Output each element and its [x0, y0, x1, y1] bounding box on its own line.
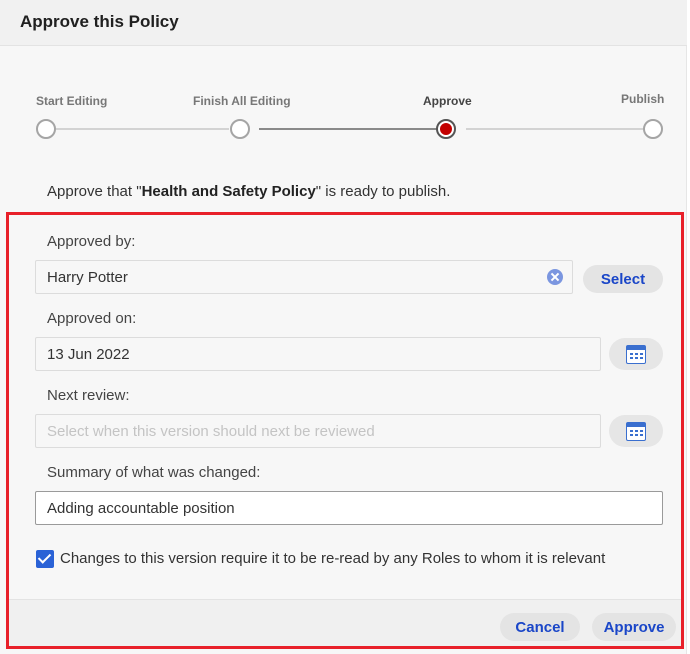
- calendar-icon: [626, 422, 646, 441]
- step-connector-1: [56, 128, 229, 130]
- approved-on-value: 13 Jun 2022: [47, 346, 130, 363]
- approved-by-label: Approved by:: [47, 233, 136, 250]
- next-review-field[interactable]: Select when this version should next be …: [35, 414, 601, 448]
- approve-policy-dialog: Approve this Policy Start Editing Finish…: [0, 0, 687, 654]
- step-connector-3: [466, 128, 643, 130]
- dialog-header: Approve this Policy: [0, 0, 687, 46]
- step-circle-start-editing: [36, 119, 56, 139]
- summary-label: Summary of what was changed:: [47, 464, 261, 481]
- approved-on-calendar-button[interactable]: [609, 338, 663, 370]
- intro-suffix: " is ready to publish.: [315, 183, 451, 200]
- approved-by-field[interactable]: Harry Potter: [35, 260, 573, 294]
- reread-checkbox-label: Changes to this version require it to be…: [60, 550, 606, 567]
- approved-by-value: Harry Potter: [47, 269, 128, 286]
- policy-name: Health and Safety Policy: [141, 183, 316, 200]
- select-approver-button[interactable]: Select: [583, 265, 663, 293]
- step-label-publish: Publish: [621, 92, 665, 106]
- step-circle-publish: [643, 119, 663, 139]
- step-label-finish-all-editing: Finish All Editing: [193, 94, 291, 108]
- step-label-approve: Approve: [423, 94, 472, 108]
- step-label-start-editing: Start Editing: [36, 94, 108, 108]
- next-review-placeholder: Select when this version should next be …: [47, 423, 375, 440]
- dialog-footer: [9, 599, 681, 646]
- approved-on-field[interactable]: 13 Jun 2022: [35, 337, 601, 371]
- summary-value: Adding accountable position: [47, 500, 235, 517]
- step-circle-approve: [436, 119, 456, 139]
- summary-input[interactable]: Adding accountable position: [35, 491, 663, 525]
- step-connector-2: [259, 128, 437, 130]
- reread-checkbox[interactable]: [36, 550, 54, 568]
- approved-on-label: Approved on:: [47, 310, 137, 327]
- cancel-button[interactable]: Cancel: [500, 613, 580, 641]
- next-review-calendar-button[interactable]: [609, 415, 663, 447]
- dialog-title: Approve this Policy: [20, 12, 179, 31]
- step-circle-finish-all-editing: [230, 119, 250, 139]
- approval-description: Approve that "Health and Safety Policy" …: [47, 183, 450, 200]
- next-review-label: Next review:: [47, 387, 130, 404]
- calendar-icon: [626, 345, 646, 364]
- intro-prefix: Approve that ": [47, 183, 142, 200]
- clear-icon[interactable]: [547, 269, 563, 285]
- approve-button[interactable]: Approve: [592, 613, 676, 641]
